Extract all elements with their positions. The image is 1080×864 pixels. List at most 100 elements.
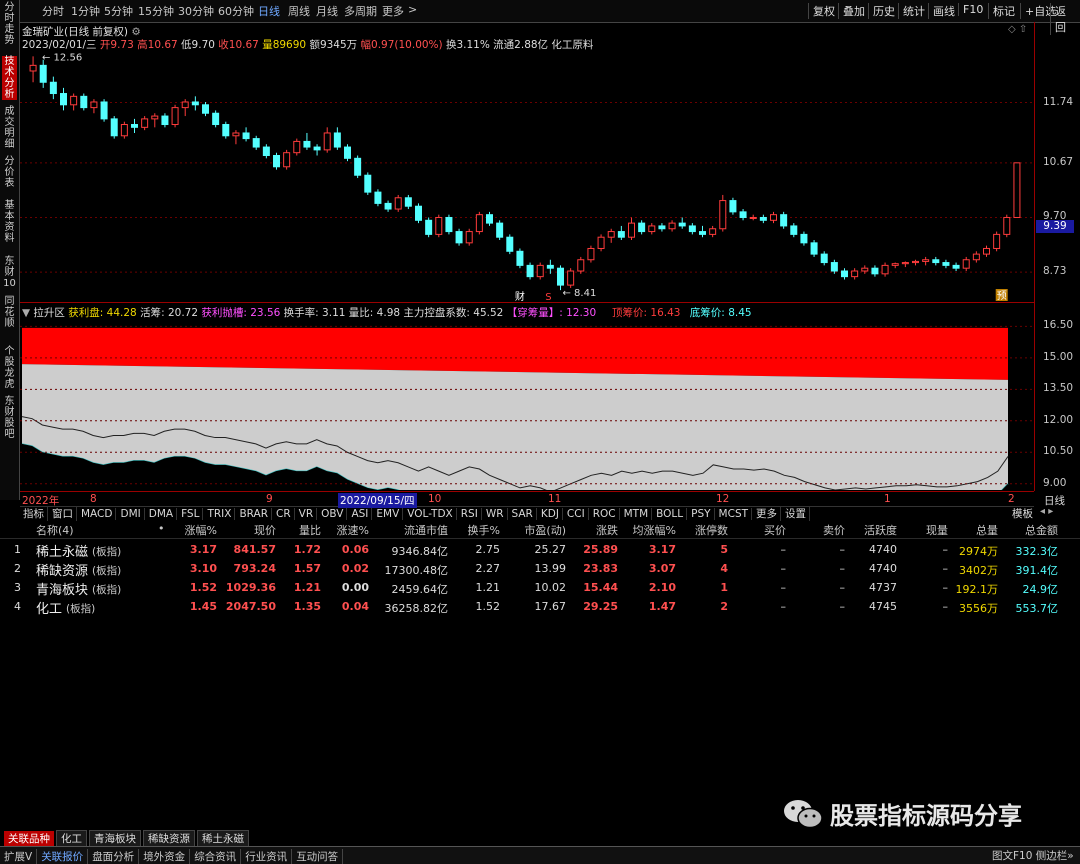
period-tab-1[interactable]: 1分钟	[71, 3, 100, 19]
table-row[interactable]: 1 稀土永磁 (板指) 3.17 841.57 1.72 0.06 9346.84亿 2.75 2…	[0, 541, 1080, 560]
period-tab-4[interactable]: 30分钟	[178, 3, 214, 19]
period-tab-3[interactable]: 15分钟	[138, 3, 174, 19]
status-item-0[interactable]: 扩展V	[0, 849, 38, 864]
indicator-tab-18[interactable]: CCI	[564, 508, 589, 520]
col-header-11[interactable]: 涨停数	[695, 522, 728, 538]
status-item-1[interactable]: 关联报价	[37, 849, 89, 864]
col-header-10[interactable]: 均涨幅%	[633, 522, 676, 538]
status-item-5[interactable]: 行业资讯	[241, 849, 293, 864]
sidebar-item-6[interactable]: 同花顺	[2, 296, 17, 329]
indicator-tab-4[interactable]: DMA	[146, 508, 178, 520]
indicator-tab-24[interactable]: 更多	[753, 506, 782, 521]
col-header-13[interactable]: 卖价	[823, 522, 845, 538]
toolbar-btn-0[interactable]: 复权	[808, 3, 839, 19]
chip-distribution-chart[interactable]	[20, 318, 1034, 490]
indicator-tab-25[interactable]: 设置	[782, 506, 811, 521]
indicator-tab-11[interactable]: ASI	[348, 508, 373, 520]
col-header-16[interactable]: 总量	[976, 522, 998, 538]
more-chevron-icon[interactable]: >	[408, 3, 417, 16]
indicator-tab-23[interactable]: MCST	[716, 508, 753, 520]
sidebar-item-4[interactable]: 基本资料	[2, 200, 17, 244]
col-header-2[interactable]: 涨幅%	[185, 522, 217, 538]
table-row[interactable]: 4 化工 (板指) 1.45 2047.50 1.35 0.04 36258.82亿 1.52 1…	[0, 598, 1080, 617]
toolbar-btn-2[interactable]: 历史	[868, 3, 899, 19]
indicator-tab-22[interactable]: PSY	[688, 508, 715, 520]
cell-pe: 10.02	[534, 581, 567, 594]
status-item-2[interactable]: 盘面分析	[88, 849, 140, 864]
toolbar-btn-3[interactable]: 统计	[898, 3, 929, 19]
col-header-14[interactable]: 活跃度	[864, 522, 897, 538]
bottom-tab-3[interactable]: 稀缺资源	[143, 830, 195, 847]
sidebar-item-2[interactable]: 成交明细	[2, 106, 17, 150]
col-header-3[interactable]: 现价	[254, 522, 276, 538]
status-item-6[interactable]: 互动问答	[292, 849, 344, 864]
indicator-tab-20[interactable]: MTM	[621, 508, 653, 520]
indicator-tab-19[interactable]: ROC	[590, 508, 620, 520]
indicator-tab-13[interactable]: VOL-TDX	[404, 508, 457, 520]
col-header-1[interactable]: •	[158, 522, 165, 535]
period-tab-2[interactable]: 5分钟	[104, 3, 133, 19]
toolbar-btn-4[interactable]: 画线	[928, 3, 959, 19]
indicator-tab-8[interactable]: CR	[273, 508, 295, 520]
indicator-tab-2[interactable]: MACD	[78, 508, 117, 520]
bottom-tab-2[interactable]: 青海板块	[89, 830, 141, 847]
row-name[interactable]: 化工	[36, 598, 62, 617]
col-header-9[interactable]: 涨跌	[596, 522, 618, 538]
sidebar-item-7[interactable]: 个股龙虎	[2, 346, 17, 390]
col-header-4[interactable]: 量比	[299, 522, 321, 538]
indicator-tab-3[interactable]: DMI	[117, 508, 145, 520]
indicator-tab-0[interactable]: 指标	[20, 506, 48, 521]
indicator-tab-10[interactable]: OBV	[318, 508, 348, 520]
col-header-7[interactable]: 换手%	[468, 522, 500, 538]
indicator-tab-6[interactable]: TRIX	[204, 508, 236, 520]
indicator-tab-21[interactable]: BOLL	[653, 508, 688, 520]
col-header-15[interactable]: 现量	[926, 522, 948, 538]
period-tab-0[interactable]: 分时	[42, 3, 64, 19]
period-tab-7[interactable]: 周线	[288, 3, 310, 19]
indicator-tab-1[interactable]: 窗口	[49, 506, 77, 521]
up-arrow-icon[interactable]: ⇧	[1019, 24, 1027, 35]
toolbar-btn-1[interactable]: 叠加	[838, 3, 869, 19]
status-right[interactable]: 图文F10 侧边栏»	[992, 848, 1074, 863]
row-name[interactable]: 青海板块	[36, 579, 88, 598]
bottom-tab-4[interactable]: 稀土永磁	[197, 830, 249, 847]
sidebar-item-8[interactable]: 东财股吧	[2, 396, 17, 440]
indicator-tab-17[interactable]: KDJ	[538, 508, 563, 520]
bottom-tab-0[interactable]: 关联品种	[4, 831, 54, 846]
col-header-8[interactable]: 市盈(动)	[524, 522, 566, 538]
row-name[interactable]: 稀土永磁	[36, 541, 88, 560]
indicator-tab-12[interactable]: EMV	[373, 508, 404, 520]
period-tab-8[interactable]: 月线	[316, 3, 338, 19]
period-tab-10[interactable]: 更多	[382, 3, 404, 19]
period-tab-5[interactable]: 60分钟	[218, 3, 254, 19]
col-header-6[interactable]: 流通市值	[404, 522, 448, 538]
col-header-17[interactable]: 总金额	[1025, 522, 1058, 538]
table-row[interactable]: 3 青海板块 (板指) 1.52 1029.36 1.21 0.00 2459.64亿 1.21…	[0, 579, 1080, 598]
col-header-0[interactable]: 名称(4)	[36, 522, 74, 538]
sidebar-item-3[interactable]: 分价表	[2, 156, 17, 189]
status-item-4[interactable]: 综合资讯	[190, 849, 242, 864]
indicator-tab-9[interactable]: VR	[296, 508, 318, 520]
table-row[interactable]: 2 稀缺资源 (板指) 3.10 793.24 1.57 0.02 17300.48亿 2.27…	[0, 560, 1080, 579]
period-tab-9[interactable]: 多周期	[344, 3, 377, 19]
diamond-icon[interactable]: ◇	[1008, 24, 1016, 35]
sidebar-item-1[interactable]: 技术分析	[2, 56, 17, 100]
period-tab-6[interactable]: 日线	[258, 3, 280, 19]
sidebar-item-5[interactable]: 东财10	[2, 256, 17, 289]
toolbar-btn-6[interactable]: 标记	[988, 3, 1019, 19]
scroll-left-icon[interactable]: ◂ ▸	[1040, 506, 1053, 517]
col-header-5[interactable]: 涨速%	[337, 522, 369, 538]
status-item-3[interactable]: 境外资金	[139, 849, 191, 864]
indicator-tab-5[interactable]: FSL	[178, 508, 204, 520]
template-button[interactable]: 模板	[1012, 506, 1033, 521]
sidebar-item-0[interactable]: 分时走势	[2, 2, 17, 46]
indicator-tab-16[interactable]: SAR	[509, 508, 537, 520]
candlestick-chart[interactable]: ← 12.56 ← 8.41 财 S 预	[20, 40, 1034, 302]
bottom-tab-1[interactable]: 化工	[56, 830, 87, 847]
row-name[interactable]: 稀缺资源	[36, 560, 88, 579]
col-header-12[interactable]: 买价	[764, 522, 786, 538]
toolbar-btn-5[interactable]: F10	[958, 3, 987, 16]
indicator-tab-7[interactable]: BRAR	[236, 508, 272, 520]
indicator-tab-14[interactable]: RSI	[458, 508, 482, 520]
indicator-tab-15[interactable]: WR	[483, 508, 508, 520]
